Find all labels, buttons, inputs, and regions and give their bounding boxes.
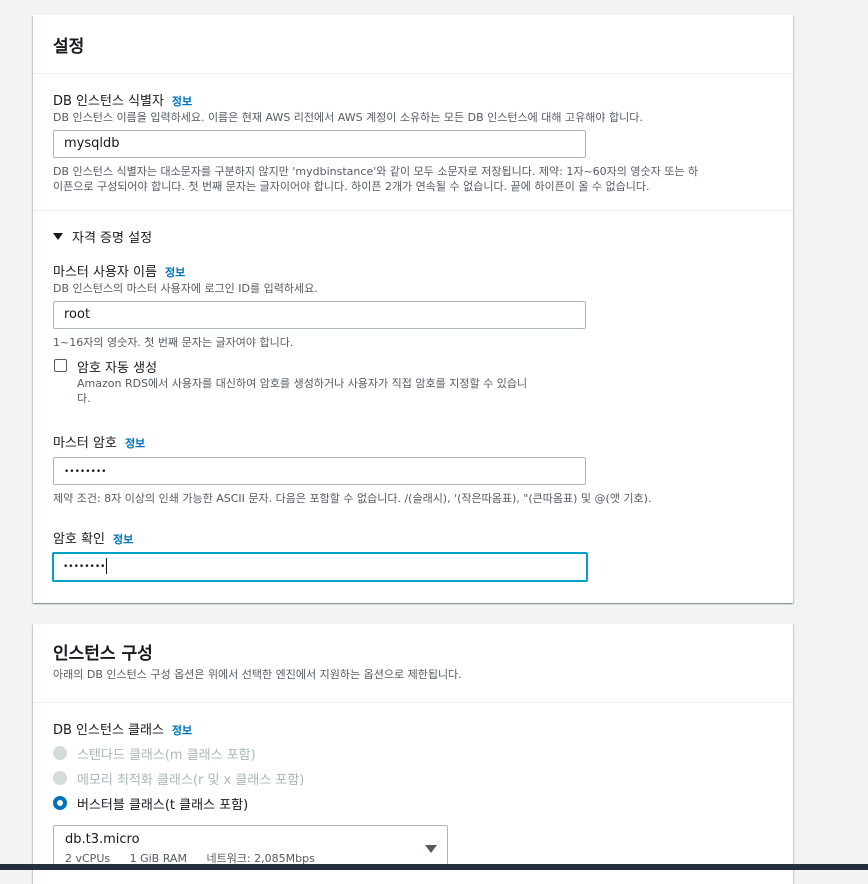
master-password-input[interactable]: ••••••••: [53, 457, 586, 485]
instance-class-label-row: DB 인스턴스 클래스 정보: [53, 719, 192, 738]
master-username-input[interactable]: root: [53, 301, 586, 329]
dropdown-caret-icon: [425, 845, 437, 853]
auto-password-description: Amazon RDS에서 사용자를 대신하여 암호를 생성하거나 사용자가 직접…: [77, 376, 527, 406]
settings-title: 설정: [53, 37, 85, 57]
auto-password-label[interactable]: 암호 자동 생성: [77, 357, 157, 376]
confirm-password-input[interactable]: ••••••••: [52, 552, 588, 582]
identifier-constraint: DB 인스턴스 식별자는 대소문자를 구분하지 않지만 'mydbinstanc…: [53, 164, 698, 194]
radio-standard-class: [53, 746, 67, 760]
instance-config-panel: 인스턴스 구성 아래의 DB 인스턴스 구성 옵션은 위에서 선택한 엔진에서 …: [33, 624, 793, 884]
radio-memory-optimized-class: [53, 771, 67, 785]
confirm-password-label: 암호 확인: [53, 532, 105, 547]
credentials-divider: [33, 210, 793, 211]
master-username-description: DB 인스턴스의 마스터 사용자에 로그인 ID를 입력하세요.: [53, 282, 318, 295]
identifier-description: DB 인스턴스 이름을 입력하세요. 이름은 현재 AWS 리전에서 AWS 계…: [53, 111, 643, 124]
instance-config-title: 인스턴스 구성: [53, 644, 153, 664]
master-username-input-value: root: [64, 307, 91, 322]
auto-password-checkbox[interactable]: [54, 359, 67, 372]
caret-down-icon: [53, 233, 63, 240]
settings-panel: 설정 DB 인스턴스 식별자 정보 DB 인스턴스 이름을 입력하세요. 이름은 …: [33, 15, 793, 603]
identifier-label: DB 인스턴스 식별자: [53, 94, 164, 109]
auto-password-description-line2: 다.: [77, 392, 91, 405]
identifier-info-link[interactable]: 정보: [172, 95, 192, 108]
master-password-label-row: 마스터 암호 정보: [53, 432, 145, 451]
identifier-constraint-line1: DB 인스턴스 식별자는 대소문자를 구분하지 않지만 'mydbinstanc…: [53, 165, 699, 178]
settings-header: 설정: [33, 15, 793, 74]
master-username-info-link[interactable]: 정보: [165, 266, 185, 279]
instance-class-info-link[interactable]: 정보: [172, 724, 192, 737]
bottom-bar: [0, 864, 868, 870]
instance-config-header: 인스턴스 구성 아래의 DB 인스턴스 구성 옵션은 위에서 선택한 엔진에서 …: [33, 624, 793, 703]
text-cursor: [106, 557, 108, 574]
instance-class-select[interactable]: db.t3.micro 2 vCPUs 1 GiB RAM 네트워크: 2,08…: [53, 825, 448, 869]
confirm-password-label-row: 암호 확인 정보: [53, 528, 133, 547]
identifier-label-row: DB 인스턴스 식별자 정보: [53, 90, 192, 109]
master-password-input-value: ••••••••: [64, 467, 107, 477]
credentials-section-label: 자격 증명 설정: [72, 231, 153, 246]
master-username-constraint: 1~16자의 영숫자. 첫 번째 문자는 글자여야 합니다.: [53, 336, 294, 349]
confirm-password-info-link[interactable]: 정보: [113, 533, 133, 546]
master-password-info-link[interactable]: 정보: [125, 437, 145, 450]
radio-standard-class-label: 스탠다드 클래스(m 클래스 포함): [77, 748, 256, 763]
radio-memory-optimized-class-label: 메모리 최적화 클래스(r 및 x 클래스 포함): [77, 773, 305, 788]
credentials-toggle[interactable]: 자격 증명 설정: [53, 227, 152, 246]
radio-burstable-class-label[interactable]: 버스터블 클래스(t 클래스 포함): [77, 794, 248, 813]
identifier-constraint-line2: 이픈으로 구성되어야 합니다. 첫 번째 문자는 글자이어야 합니다. 하이픈 …: [53, 180, 650, 193]
radio-burstable-class[interactable]: [53, 796, 67, 810]
instance-config-description: 아래의 DB 인스턴스 구성 옵션은 위에서 선택한 엔진에서 지원하는 옵션으…: [53, 668, 462, 681]
master-password-constraint: 제약 조건: 8자 이상의 인쇄 가능한 ASCII 문자. 다음은 포함할 수…: [53, 492, 652, 505]
identifier-input-value: mysqldb: [64, 136, 120, 151]
instance-class-label: DB 인스턴스 클래스: [53, 723, 164, 738]
auto-password-description-line1: Amazon RDS에서 사용자를 대신하여 암호를 생성하거나 사용자가 직접…: [77, 377, 528, 390]
identifier-input[interactable]: mysqldb: [53, 130, 586, 158]
master-password-label: 마스터 암호: [53, 436, 117, 451]
master-username-label-row: 마스터 사용자 이름 정보: [53, 261, 185, 280]
instance-class-select-value: db.t3.micro: [65, 832, 140, 847]
master-username-label: 마스터 사용자 이름: [53, 265, 157, 280]
confirm-password-input-value: ••••••••: [63, 562, 106, 572]
